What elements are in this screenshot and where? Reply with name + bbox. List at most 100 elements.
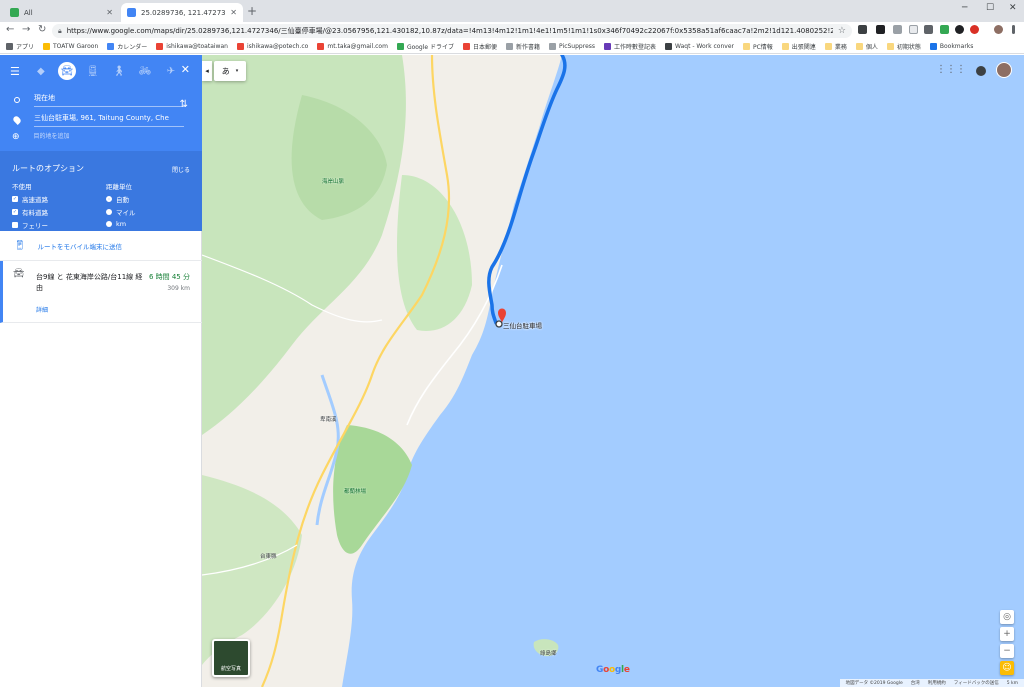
unit-auto-radio[interactable]: 自動 — [106, 194, 136, 204]
region-link[interactable]: 台湾 — [911, 680, 920, 686]
notifications-icon[interactable] — [976, 66, 986, 76]
extension-icon[interactable] — [955, 25, 964, 34]
minimize-icon[interactable]: ─ — [962, 3, 967, 13]
extension-icon[interactable] — [924, 25, 933, 34]
forward-icon[interactable]: → — [22, 24, 30, 35]
language-button[interactable]: あ ▾ — [214, 61, 246, 81]
browser-toolbar: ← → ↻ 🔒︎ https://www.google.com/maps/dir… — [0, 22, 1024, 40]
best-mode-icon[interactable]: ◆ — [32, 62, 50, 80]
avoid-highways-checkbox[interactable]: ✓ 高速道路 — [12, 194, 48, 204]
zoom-in-button[interactable]: + — [1000, 627, 1014, 641]
feedback-link[interactable]: フィードバックの送信 — [954, 680, 999, 686]
destination-label[interactable]: 三仙台駐車場 — [503, 320, 542, 330]
satellite-toggle[interactable]: 航空写真 — [212, 639, 250, 677]
bookmark-icon — [107, 43, 115, 50]
new-tab-icon[interactable]: + — [247, 4, 257, 18]
extension-icon[interactable] — [909, 25, 918, 34]
reload-icon[interactable]: ↻ — [38, 24, 46, 35]
bookmark-item[interactable]: Bookmarks — [929, 43, 973, 50]
bookmark-icon — [463, 43, 471, 50]
route-details-link[interactable]: 詳細 — [36, 305, 48, 314]
url-text[interactable]: https://www.google.com/maps/dir/25.02897… — [67, 26, 833, 36]
bookmark-icon — [236, 43, 244, 50]
route-option[interactable]: 🚘︎ 台9線 と 花東海岸公路/台11線 経由 6 時間 45 分 309 km… — [0, 261, 202, 323]
bookmark-item[interactable]: 個人 — [855, 42, 878, 51]
unit-miles-radio[interactable]: マイル — [106, 207, 136, 217]
extension-icon[interactable] — [940, 25, 949, 34]
tab-favicon-icon — [10, 8, 19, 17]
bookmark-item[interactable]: 工作時數登記表 — [604, 42, 656, 51]
avoid-ferries-checkbox[interactable]: フェリー — [12, 220, 48, 230]
menu-icon[interactable]: ☰ — [10, 65, 20, 78]
my-location-icon[interactable]: ◎ — [1000, 610, 1014, 624]
browser-tab-all[interactable]: All ✕ — [4, 3, 119, 22]
collapse-panel-icon[interactable]: ◂ — [202, 61, 212, 81]
destination-input[interactable]: 三仙台駐車場, 961, Taitung County, Che — [34, 113, 184, 127]
tab-close-icon[interactable]: ✕ — [230, 8, 237, 17]
waypoints: 現在地 三仙台駐車場, 961, Taitung County, Che ⊕ 目… — [0, 87, 202, 151]
unit-km-radio[interactable]: km — [106, 220, 136, 228]
avoid-tolls-checkbox[interactable]: ✓ 有料道路 — [12, 207, 48, 217]
bookmark-item[interactable]: 日本郵便 — [463, 42, 497, 51]
directions-panel: ☰ ◆ 🚘︎ 🚆︎ 🚶︎ 🚲︎ ✈ ✕ 現在地 三仙台駐車場, 961, Tai… — [0, 55, 202, 687]
bookmark-item[interactable]: Google ドライブ — [396, 42, 454, 51]
bookmark-item[interactable]: TOATW Garoon — [43, 43, 98, 50]
add-destination-label[interactable]: 目的地を追加 — [34, 131, 184, 143]
origin-input[interactable]: 現在地 — [34, 93, 184, 107]
bookmark-item[interactable]: ishikawa@potech.co — [236, 43, 309, 50]
maximize-icon[interactable]: ☐ — [986, 3, 994, 13]
window-close-icon[interactable]: ✕ — [1009, 3, 1017, 13]
radio-selected-icon — [106, 196, 112, 202]
bookmark-star-icon[interactable]: ☆ — [838, 26, 846, 36]
pegman-icon[interactable]: ☺ — [1000, 661, 1014, 675]
walk-mode-icon[interactable]: 🚶︎ — [110, 62, 128, 80]
extension-icon[interactable] — [858, 25, 867, 34]
map-canvas[interactable]: ◂ あ ▾ ⋮⋮⋮ 三仙台駐車場 台東縣 都蘭林場 綠島鄉 海岸山脈 卑南溪 航… — [202, 55, 1024, 687]
bookmark-label: ishikawa@potech.co — [246, 43, 309, 50]
close-directions-icon[interactable]: ✕ — [181, 63, 190, 76]
extension-icon[interactable] — [893, 25, 902, 34]
tab-title: 25.0289736, 121.4727346 から 三 — [141, 8, 226, 17]
bookmark-item[interactable]: ishikawa@toataiwan — [156, 43, 228, 50]
terms-link[interactable]: 利用規約 — [928, 680, 946, 686]
bookmark-icon — [6, 43, 13, 50]
swap-icon[interactable]: ⇅ — [180, 99, 188, 110]
add-destination-row[interactable]: ⊕ 目的地を追加 — [12, 131, 184, 143]
back-icon[interactable]: ← — [6, 24, 14, 35]
extension-icon[interactable] — [994, 25, 1003, 34]
radio-label: マイル — [116, 209, 136, 217]
browser-menu-icon[interactable] — [1012, 25, 1015, 34]
bookmark-item[interactable]: PC情報 — [742, 42, 773, 51]
route-description: 台9線 と 花東海岸公路/台11線 経由 — [36, 273, 143, 292]
account-avatar[interactable] — [996, 62, 1012, 78]
bookmark-item[interactable]: アプリ — [6, 42, 34, 51]
address-bar[interactable]: 🔒︎ https://www.google.com/maps/dir/25.02… — [52, 24, 852, 38]
bookmark-item[interactable]: 業務 — [824, 42, 847, 51]
bookmark-item[interactable]: カレンダー — [107, 42, 147, 51]
extension-icon[interactable] — [876, 25, 885, 34]
extension-icon[interactable] — [970, 25, 979, 34]
send-to-mobile-button[interactable]: 📱︎ ルートをモバイル端末に送信 — [0, 231, 202, 261]
bookmark-item[interactable]: 初期状態 — [886, 42, 921, 51]
browser-tab-bar: All ✕ 25.0289736, 121.4727346 から 三 ✕ + ─… — [0, 0, 1024, 22]
car-mode-icon[interactable]: 🚘︎ — [57, 62, 76, 80]
bicycle-mode-icon[interactable]: 🚲︎ — [136, 62, 154, 80]
bookmark-item[interactable]: mt.taka@gmail.com — [317, 43, 388, 50]
transit-mode-icon[interactable]: 🚆︎ — [84, 62, 102, 80]
bookmark-item[interactable]: 新作書籍 — [506, 42, 540, 51]
close-options-button[interactable]: 閉じる — [172, 165, 190, 174]
radio-icon — [106, 209, 112, 215]
checkbox-label: 有料道路 — [22, 209, 48, 217]
google-logo: Google — [596, 665, 630, 675]
destination-row: 三仙台駐車場, 961, Taitung County, Che — [12, 113, 184, 127]
bookmark-item[interactable]: PicSuppress — [549, 43, 595, 50]
zoom-out-button[interactable]: − — [1000, 644, 1014, 658]
satellite-label: 航空写真 — [220, 666, 241, 672]
bookmark-item[interactable]: Waqt - Work conver — [665, 43, 734, 50]
bookmark-item[interactable]: 出張関連 — [781, 42, 816, 51]
apps-grid-icon[interactable]: ⋮⋮⋮ — [936, 64, 966, 75]
browser-tab-maps[interactable]: 25.0289736, 121.4727346 から 三 ✕ — [121, 3, 243, 22]
place-label: 卑南溪 — [320, 417, 337, 423]
tab-close-icon[interactable]: ✕ — [106, 8, 113, 17]
flight-mode-icon[interactable]: ✈ — [162, 62, 180, 80]
